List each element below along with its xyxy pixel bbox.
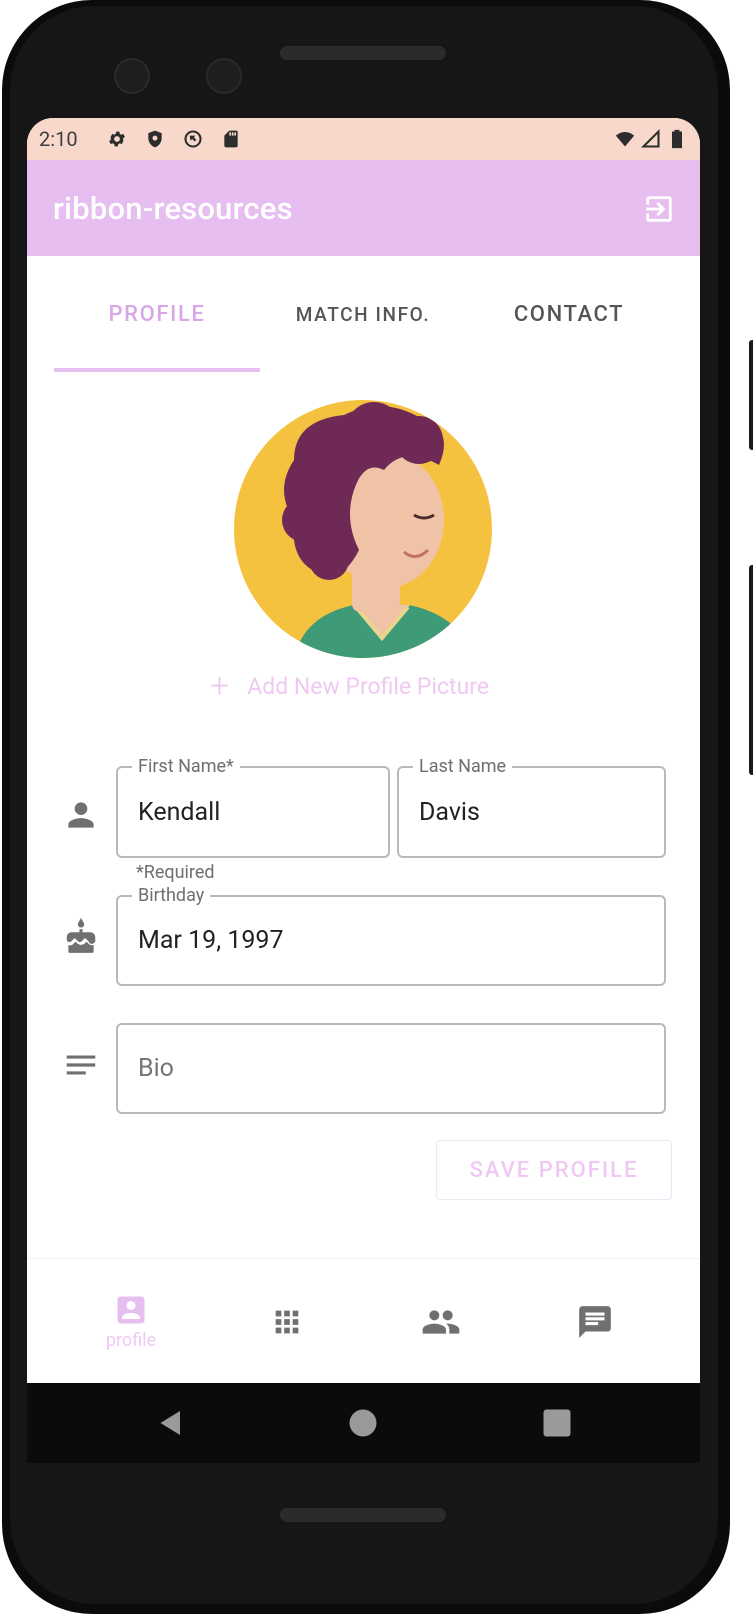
plus-icon: +	[210, 666, 230, 706]
back-icon[interactable]	[153, 1405, 189, 1441]
nav-profile-label: profile	[105, 1330, 157, 1351]
tab-contact[interactable]: CONTACT	[466, 256, 672, 372]
cake-icon	[66, 918, 96, 953]
last-name-value: Davis	[419, 797, 480, 827]
signal-icon	[641, 129, 660, 148]
save-profile-button[interactable]: SAVE PROFILE	[436, 1140, 672, 1200]
app-bar: ribbon-resources	[27, 160, 700, 256]
recents-icon[interactable]	[539, 1405, 575, 1441]
first-name-value: Kendall	[138, 797, 221, 827]
battery-icon	[672, 129, 682, 149]
people-icon	[422, 1309, 460, 1334]
birthday-value: Mar 19, 1997	[138, 926, 284, 955]
power-button	[749, 340, 753, 450]
chat-icon	[579, 1305, 611, 1338]
sd-card-icon	[224, 130, 238, 148]
nav-chat[interactable]	[515, 1259, 675, 1384]
shield-icon	[148, 130, 162, 148]
status-time: 2:10	[39, 127, 78, 151]
volume-button	[749, 565, 753, 775]
last-name-field[interactable]: Last Name Davis	[397, 756, 666, 858]
front-camera	[114, 58, 150, 94]
bottom-navigation: profile	[27, 1258, 700, 1384]
avatar-illustration[interactable]	[234, 400, 492, 658]
system-navigation-bar	[27, 1383, 700, 1463]
required-note: *Required	[136, 862, 215, 883]
nav-grid[interactable]	[207, 1259, 367, 1384]
settings-icon	[109, 131, 125, 147]
app-title: ribbon-resources	[53, 190, 293, 227]
bottom-speaker	[280, 1508, 446, 1522]
wifi-icon	[615, 132, 635, 147]
add-profile-picture-button[interactable]: + Add New Profile Picture	[210, 666, 489, 706]
front-sensor	[206, 58, 242, 94]
person-icon	[68, 802, 94, 828]
tab-profile[interactable]: PROFILE	[54, 256, 260, 372]
bio-placeholder: Bio	[138, 1054, 174, 1083]
status-bar: 2:10	[27, 118, 700, 160]
profile-icon	[117, 1296, 145, 1324]
home-icon[interactable]	[345, 1405, 381, 1441]
top-speaker	[280, 46, 446, 60]
grid-icon	[275, 1310, 299, 1333]
notes-icon	[66, 1055, 96, 1075]
bio-field[interactable]: Bio	[116, 1023, 666, 1114]
logout-icon[interactable]	[642, 192, 676, 226]
tab-indicator	[54, 368, 260, 372]
nav-people[interactable]	[361, 1259, 521, 1384]
first-name-field[interactable]: First Name* Kendall	[116, 756, 390, 858]
sync-icon	[184, 130, 202, 148]
nav-profile[interactable]: profile	[51, 1259, 211, 1384]
birthday-field[interactable]: Birthday Mar 19, 1997	[116, 885, 666, 986]
add-profile-picture-label: Add New Profile Picture	[247, 672, 490, 700]
tab-match-info[interactable]: MATCH INFO.	[260, 256, 466, 372]
tab-bar: PROFILE MATCH INFO. CONTACT	[27, 256, 647, 372]
